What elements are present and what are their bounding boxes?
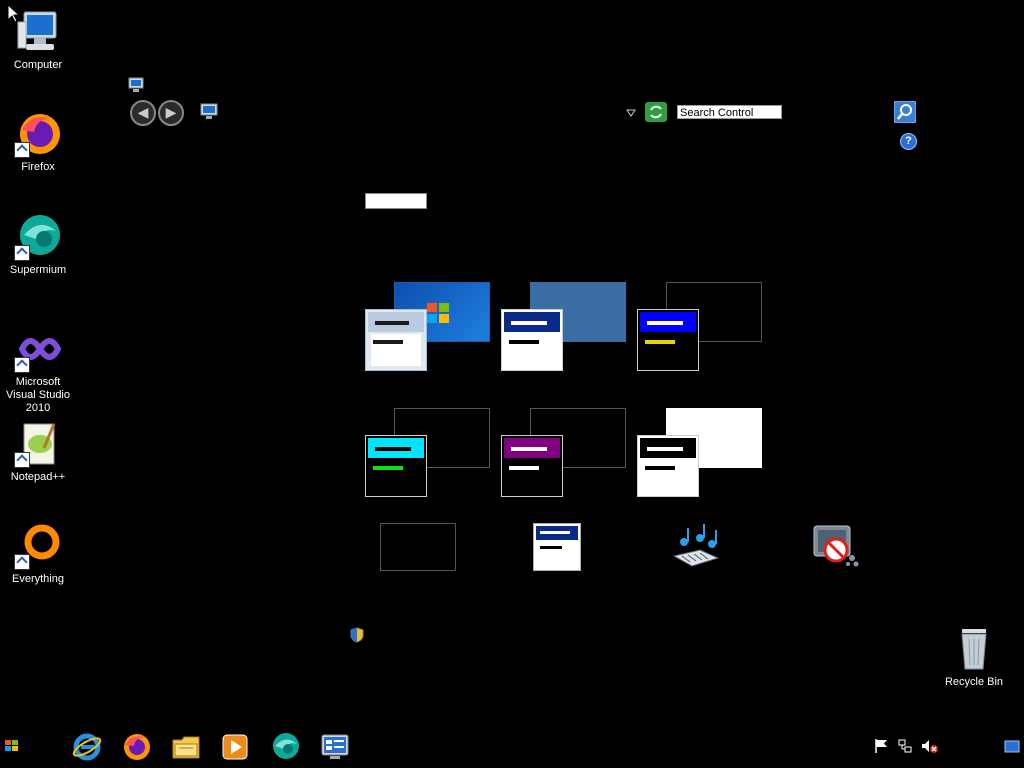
desktop-icon-computer[interactable]: Computer [0,8,76,72]
control-panel-small-icon [128,77,144,92]
address-dropdown-chevron-icon[interactable] [626,109,636,117]
notepad-plus-plus-icon [14,420,62,468]
search-input[interactable]: Search Control Panel [677,105,782,133]
forward-arrow-icon: ▶ [165,104,177,120]
address-bar-control-panel-icon[interactable] [200,102,218,120]
search-icon[interactable] [894,101,916,123]
supermium-icon [14,213,62,261]
forward-button[interactable]: ▶ [158,100,184,126]
windows-logo-icon [427,303,449,323]
firefox-icon [14,110,62,158]
theme-window-preview [365,309,427,371]
theme-window-preview [501,309,563,371]
action-center-flag-icon[interactable] [873,738,889,754]
desktop-icon-label: Firefox [21,161,55,173]
desktop-icon-notepad-plus-plus[interactable]: Notepad++ [0,420,76,484]
desktop-background-link[interactable] [380,523,456,571]
window-color-link[interactable] [533,523,581,571]
back-arrow-icon: ◀ [137,104,149,120]
volume-muted-icon[interactable] [921,738,939,754]
file-explorer-icon[interactable] [171,732,201,762]
desktop-icon-visual-studio[interactable]: Microsoft Visual Studio 2010 [0,325,76,415]
shortcut-arrow-icon [14,357,30,373]
desktop-icon-label: Supermium [9,264,67,276]
shortcut-arrow-icon [14,142,30,158]
desktop-icon-supermium[interactable]: Supermium [0,213,76,277]
theme-window-preview [637,309,699,371]
back-button[interactable]: ◀ [130,100,156,126]
control-panel-icon[interactable] [320,732,350,762]
desktop-icon-label: Notepad++ [10,471,66,483]
network-icon[interactable] [897,738,913,754]
desktop-icon-recycle-bin[interactable]: Recycle Bin [936,625,1012,689]
uac-shield-icon [350,627,364,643]
desktop-icon-label: Computer [13,59,63,71]
desktop-icon-everything[interactable]: Everything [0,522,76,586]
show-desktop-icon[interactable] [1004,740,1020,754]
sounds-icon[interactable] [670,522,722,568]
shortcut-arrow-icon [14,245,30,261]
everything-icon [14,522,62,570]
desktop-icon-label: Microsoft Visual Studio 2010 [5,376,70,414]
theme-window-preview [637,435,699,497]
media-player-icon[interactable] [220,732,250,762]
shortcut-arrow-icon [14,554,30,570]
theme-window-preview [365,435,427,497]
firefox-icon[interactable] [121,732,151,762]
start-button-icon[interactable] [4,739,20,753]
computer-icon [14,8,62,56]
text-field[interactable] [365,193,427,209]
internet-explorer-icon[interactable] [72,732,102,762]
help-button[interactable]: ? [900,133,917,150]
supermium-icon[interactable] [270,732,300,762]
shortcut-arrow-icon [14,452,30,468]
visual-studio-icon [14,325,62,373]
screen-saver-none-icon[interactable] [810,522,862,570]
desktop-icon-label: Everything [12,573,64,585]
refresh-icon[interactable] [645,102,667,122]
desktop-icon-firefox[interactable]: Firefox [0,110,76,174]
help-icon: ? [905,135,912,147]
recycle-bin-icon [950,625,998,673]
taskbar [0,724,1024,768]
theme-window-preview [501,435,563,497]
desktop-icon-label: Recycle Bin [944,676,1004,688]
